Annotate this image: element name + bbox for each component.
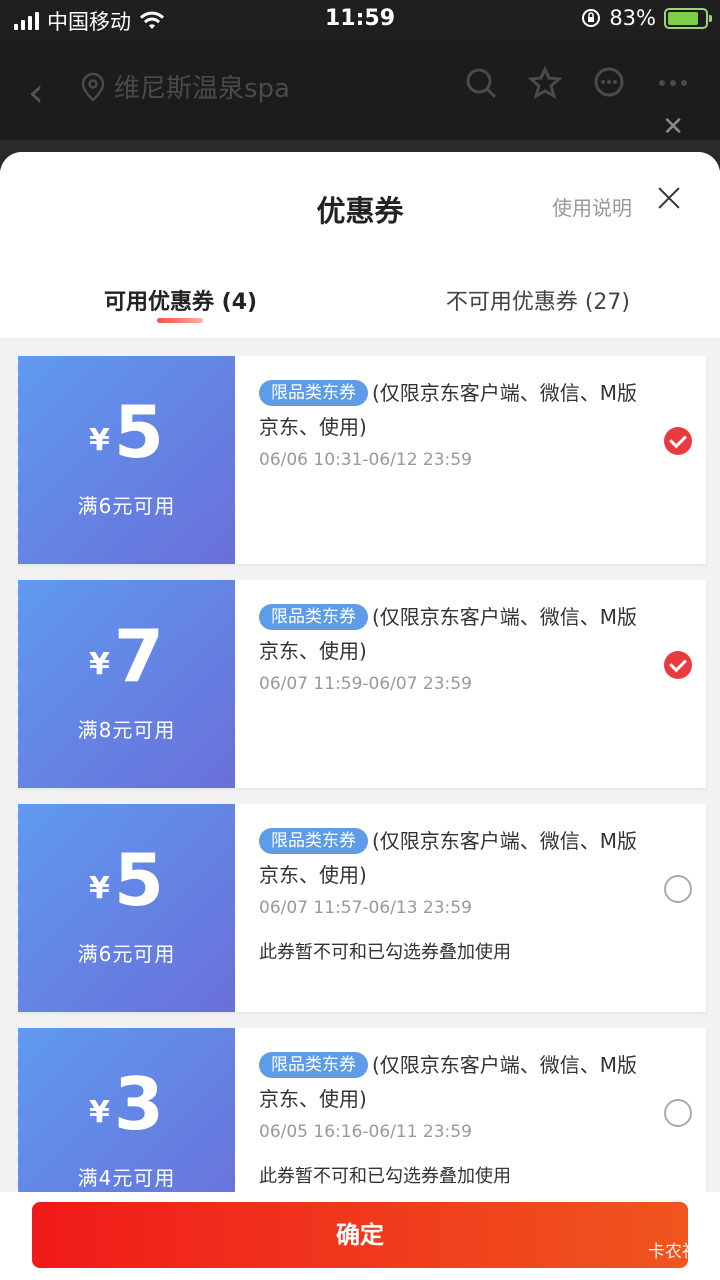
background-close-icon: ✕	[662, 112, 684, 142]
battery-icon	[664, 7, 712, 29]
currency-symbol: ¥	[89, 647, 110, 682]
usage-threshold: 满8元可用	[77, 718, 176, 742]
currency-symbol: ¥	[89, 871, 110, 906]
rotation-lock-icon	[582, 9, 601, 27]
validity-period: 06/05 16:16-06/11 23:59	[259, 1122, 472, 1142]
background-title: 维尼斯温泉spa	[80, 68, 290, 105]
watermark: 卡农社区	[648, 1242, 716, 1262]
coupon-amount: ¥ 5	[18, 844, 235, 916]
category-tag: 限品类东券	[259, 828, 368, 854]
amount-value: 5	[113, 390, 164, 474]
coupon-details: 限品类东券 (仅限京东客户端、微信、M版京东、使用) 06/07 11:57-06…	[235, 804, 706, 1012]
battery-percent: 83%	[609, 6, 656, 30]
usage-instructions-link[interactable]: 使用说明	[552, 192, 632, 221]
coupon-card[interactable]: ¥ 5 满6元可用 限品类东券 (仅限京东客户端、微信、M版京东、使用) 06/0…	[14, 356, 706, 564]
coupon-sheet: 优惠券 使用说明 可用优惠券 (4) 不可用优惠券 (27) ¥ 5 满6元可用…	[0, 152, 720, 1280]
confirm-button[interactable]: 确定	[32, 1202, 688, 1268]
coupon-card[interactable]: ¥ 5 满6元可用 限品类东券 (仅限京东客户端、微信、M版京东、使用) 06/0…	[14, 804, 706, 1012]
coupon-details: 限品类东券 (仅限京东客户端、微信、M版京东、使用) 06/06 10:31-06…	[235, 356, 706, 564]
coupon-amount: ¥ 5	[18, 396, 235, 468]
coupon-value-panel: ¥ 5 满6元可用	[14, 804, 235, 1012]
usage-threshold: 满4元可用	[77, 1166, 176, 1190]
background-title-text: 维尼斯温泉spa	[114, 74, 290, 104]
usage-threshold: 满6元可用	[77, 942, 176, 966]
coupon-value-panel: ¥ 5 满6元可用	[14, 356, 235, 564]
location-pin-icon	[81, 72, 105, 102]
stacking-note: 此券暂不可和已勾选券叠加使用	[259, 1166, 511, 1187]
status-bar: 中国移动 11:59 83%	[0, 0, 720, 40]
back-icon: ‹	[28, 70, 44, 116]
coupon-amount: ¥ 7	[18, 620, 235, 692]
coupon-description: 限品类东券 (仅限京东客户端、微信、M版京东、使用)	[259, 376, 649, 444]
coupon-description: 限品类东券 (仅限京东客户端、微信、M版京东、使用)	[259, 1048, 649, 1116]
currency-symbol: ¥	[89, 1095, 110, 1130]
search-icon	[466, 68, 497, 99]
amount-value: 7	[113, 614, 164, 698]
close-icon[interactable]	[652, 182, 686, 216]
tab-available-coupons[interactable]: 可用优惠券 (4)	[104, 284, 257, 316]
coupon-description: 限品类东券 (仅限京东客户端、微信、M版京东、使用)	[259, 600, 649, 668]
coupon-card[interactable]: ¥ 7 满8元可用 限品类东券 (仅限京东客户端、微信、M版京东、使用) 06/0…	[14, 580, 706, 788]
validity-period: 06/07 11:59-06/07 23:59	[259, 674, 472, 694]
category-tag: 限品类东券	[259, 604, 368, 630]
select-checkbox[interactable]	[664, 427, 692, 455]
tab-unavailable-coupons[interactable]: 不可用优惠券 (27)	[446, 284, 630, 316]
amount-value: 5	[113, 838, 164, 922]
stacking-note: 此券暂不可和已勾选券叠加使用	[259, 942, 511, 963]
category-tag: 限品类东券	[259, 1052, 368, 1078]
amount-value: 3	[113, 1062, 164, 1146]
coupon-list: ¥ 5 满6元可用 限品类东券 (仅限京东客户端、微信、M版京东、使用) 06/0…	[14, 356, 706, 1252]
usage-threshold: 满6元可用	[77, 494, 176, 518]
select-checkbox[interactable]	[664, 1099, 692, 1127]
chat-icon	[594, 67, 624, 97]
battery-fill	[668, 11, 698, 25]
coupon-details: 限品类东券 (仅限京东客户端、微信、M版京东、使用) 06/07 11:59-06…	[235, 580, 706, 788]
currency-symbol: ¥	[89, 423, 110, 458]
active-tab-indicator	[157, 318, 203, 323]
status-right: 83%	[581, 6, 712, 30]
validity-period: 06/06 10:31-06/12 23:59	[259, 450, 472, 470]
background-header: ‹ 维尼斯温泉spa ✕	[0, 40, 720, 142]
bottom-bar: 确定 卡农社区	[0, 1192, 720, 1280]
coupon-value-panel: ¥ 7 满8元可用	[14, 580, 235, 788]
validity-period: 06/07 11:57-06/13 23:59	[259, 898, 472, 918]
category-tag: 限品类东券	[259, 380, 368, 406]
background-icons	[464, 66, 690, 100]
coupon-description: 限品类东券 (仅限京东客户端、微信、M版京东、使用)	[259, 824, 649, 892]
select-checkbox[interactable]	[664, 651, 692, 679]
sheet-header: 优惠券 使用说明 可用优惠券 (4) 不可用优惠券 (27)	[0, 152, 720, 338]
more-icon	[659, 80, 687, 86]
star-icon	[528, 66, 562, 100]
select-checkbox[interactable]	[664, 875, 692, 903]
coupon-amount: ¥ 3	[18, 1068, 235, 1140]
